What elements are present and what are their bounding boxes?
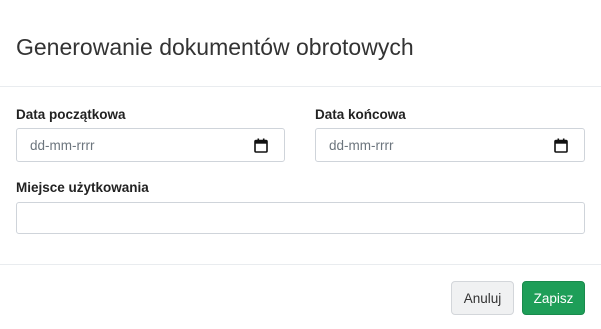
modal-header: Generowanie dokumentów obrotowych	[0, 0, 601, 87]
place-of-use-label: Miejsce użytkowania	[16, 180, 149, 195]
cancel-button[interactable]: Anuluj	[451, 281, 514, 315]
end-date-label: Data końcowa	[315, 107, 406, 122]
start-date-input[interactable]: dd-mm-rrrr	[16, 128, 285, 162]
place-of-use-input[interactable]	[16, 202, 585, 234]
modal-title: Generowanie dokumentów obrotowych	[16, 34, 414, 60]
start-date-placeholder: dd-mm-rrrr	[30, 138, 95, 153]
generate-documents-modal: Generowanie dokumentów obrotowych Data p…	[0, 0, 601, 329]
calendar-icon[interactable]	[554, 138, 568, 153]
end-date-placeholder: dd-mm-rrrr	[329, 138, 394, 153]
calendar-icon[interactable]	[254, 138, 268, 153]
modal-footer: Anuluj Zapisz	[0, 264, 601, 329]
save-button[interactable]: Zapisz	[522, 281, 585, 315]
end-date-input[interactable]: dd-mm-rrrr	[315, 128, 585, 162]
start-date-label: Data początkowa	[16, 107, 126, 122]
